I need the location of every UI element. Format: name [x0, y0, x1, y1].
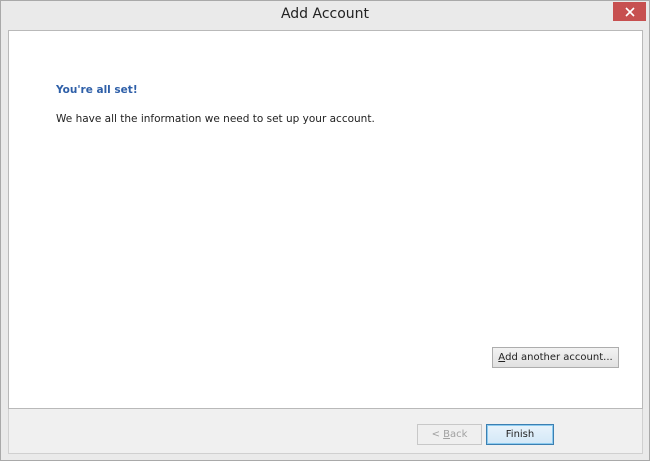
add-another-label: dd another account...	[505, 352, 613, 363]
status-message: We have all the information we need to s…	[56, 113, 375, 125]
finish-button[interactable]: Finish	[486, 424, 554, 445]
back-label: ack	[450, 429, 468, 440]
title-bar: Add Account	[1, 1, 649, 30]
back-accel: B	[443, 429, 450, 440]
window-title: Add Account	[280, 6, 370, 22]
back-prefix: <	[431, 429, 444, 440]
add-account-dialog: Add Account You're all set! We have all …	[0, 0, 650, 461]
finish-label: Finish	[505, 429, 535, 440]
add-another-account-button[interactable]: Add another account...	[492, 347, 619, 368]
add-another-accel: A	[498, 352, 506, 363]
close-icon	[624, 6, 635, 17]
page-heading: You're all set!	[56, 84, 138, 96]
back-button[interactable]: < Back	[417, 424, 482, 445]
close-button[interactable]	[613, 2, 646, 21]
content-panel: You're all set! We have all the informat…	[8, 30, 643, 409]
button-bar: < Back Finish	[8, 409, 643, 454]
